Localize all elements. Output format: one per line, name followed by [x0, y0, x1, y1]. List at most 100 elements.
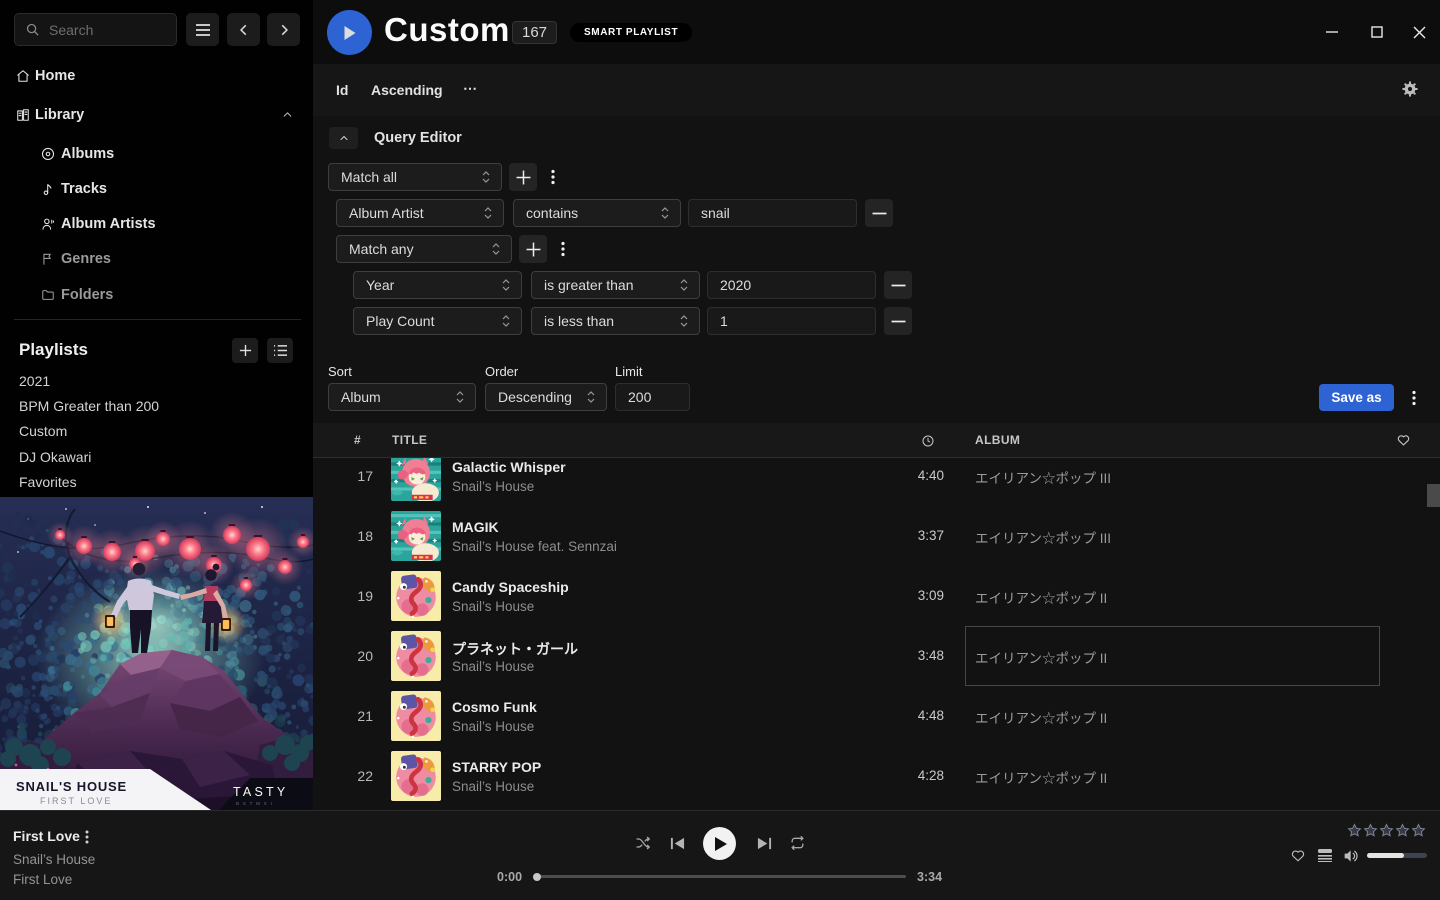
- rating-star-icon[interactable]: [1363, 823, 1378, 838]
- settings-gear-icon[interactable]: [1402, 81, 1418, 97]
- rule3-value-input[interactable]: [707, 307, 876, 335]
- column-header-album[interactable]: ALBUM: [975, 433, 1020, 447]
- sort-select[interactable]: Album: [328, 383, 476, 411]
- track-artist: Snail’s House: [452, 659, 534, 674]
- duration-time: 3:34: [917, 870, 942, 884]
- track-album: エイリアン☆ポップ III: [975, 527, 1111, 547]
- nav-back-button[interactable]: [227, 13, 260, 46]
- track-row[interactable]: 20プラネット・ガールSnail’s House3:48エイリアン☆ポップ II: [313, 627, 1440, 687]
- query-editor-collapse-button[interactable]: [329, 127, 358, 149]
- rule2-field-select[interactable]: Year: [353, 271, 522, 299]
- rule3-remove-button[interactable]: [884, 307, 912, 335]
- playlist-item[interactable]: Custom: [19, 423, 67, 441]
- scrollbar-thumb[interactable]: [1427, 484, 1440, 507]
- now-playing-artist[interactable]: Snail’s House: [13, 852, 95, 867]
- sort-by-button[interactable]: Id: [336, 82, 348, 98]
- track-row[interactable]: 19Candy SpaceshipSnail’s House3:09エイリアン☆…: [313, 567, 1440, 627]
- progress-slider[interactable]: [535, 875, 906, 878]
- nav-forward-button[interactable]: [267, 13, 300, 46]
- rule3-field-select[interactable]: Play Count: [353, 307, 522, 335]
- rule2-remove-button[interactable]: [884, 271, 912, 299]
- limit-input[interactable]: [615, 383, 690, 411]
- playlist-item[interactable]: 2021: [19, 373, 50, 391]
- rating-star-icon[interactable]: [1411, 823, 1426, 838]
- repeat-button[interactable]: [782, 823, 812, 863]
- column-header-number[interactable]: #: [354, 433, 361, 447]
- track-row[interactable]: 22STARRY POPSnail’s House4:28エイリアン☆ポップ I…: [313, 747, 1440, 807]
- save-as-button[interactable]: Save as: [1319, 384, 1394, 411]
- track-count-badge: 167: [512, 21, 557, 44]
- previous-button[interactable]: [662, 823, 692, 863]
- queue-button[interactable]: [1318, 849, 1332, 862]
- query-editor: Query EditorMatch allAlbum Artistcontain…: [313, 116, 1440, 423]
- play-pause-button[interactable]: [703, 827, 736, 860]
- sidebar-item-genres[interactable]: Genres: [0, 246, 313, 272]
- favorite-button[interactable]: [1291, 849, 1305, 862]
- rating-star-icon[interactable]: [1395, 823, 1410, 838]
- track-row[interactable]: 21Cosmo FunkSnail’s House4:48エイリアン☆ポップ I…: [313, 687, 1440, 747]
- rating-star-icon[interactable]: [1379, 823, 1394, 838]
- shuffle-button[interactable]: [627, 823, 657, 863]
- sidebar-item-album-artists[interactable]: Album Artists: [0, 211, 313, 237]
- rating-stars[interactable]: [1347, 823, 1426, 838]
- column-header-title[interactable]: TITLE: [392, 433, 427, 447]
- window-maximize-button[interactable]: [1369, 24, 1385, 40]
- favorite-column-icon[interactable]: [1397, 434, 1410, 446]
- window-minimize-button[interactable]: [1324, 24, 1340, 40]
- rule1-field-select[interactable]: Album Artist: [336, 199, 504, 227]
- sidebar-item-albums[interactable]: Albums: [0, 141, 313, 167]
- track-artist: Snail’s House: [452, 599, 534, 614]
- now-playing-title[interactable]: First Love: [13, 828, 80, 844]
- sidebar-item-library[interactable]: Library: [0, 102, 313, 128]
- progress-thumb[interactable]: [533, 873, 541, 881]
- match-any-select[interactable]: Match any: [336, 235, 512, 263]
- query-options-button[interactable]: [1404, 384, 1424, 412]
- now-playing-art: SNAIL'S HOUSEFIRST LOVETASTYB S T M X I: [0, 497, 313, 810]
- now-playing-album[interactable]: First Love: [13, 872, 72, 887]
- volume-slider[interactable]: [1367, 853, 1427, 858]
- match-all-select[interactable]: Match all: [328, 163, 502, 191]
- next-button[interactable]: [749, 823, 779, 863]
- sidebar-item-tracks[interactable]: Tracks: [0, 176, 313, 202]
- track-number: 18: [340, 528, 373, 544]
- playlist-add-button[interactable]: [232, 338, 258, 363]
- menu-button[interactable]: [186, 13, 219, 46]
- rule1-value-input[interactable]: [688, 199, 857, 227]
- rule3-operator-select[interactable]: is less than: [531, 307, 700, 335]
- rule2-value-input[interactable]: [707, 271, 876, 299]
- add-rule-button-2[interactable]: [519, 235, 547, 263]
- group1-options-button[interactable]: [543, 163, 563, 191]
- rule1-operator-select[interactable]: contains: [513, 199, 681, 227]
- order-select[interactable]: Descending: [485, 383, 607, 411]
- add-rule-button[interactable]: [509, 163, 537, 191]
- close-icon: [1413, 26, 1426, 39]
- rule1-remove-button[interactable]: [865, 199, 893, 227]
- sort-order-button[interactable]: Ascending: [371, 82, 443, 98]
- sidebar-item-home[interactable]: Home: [0, 63, 313, 89]
- note-icon: [41, 182, 55, 196]
- play-playlist-button[interactable]: [327, 10, 372, 55]
- track-number: 21: [340, 708, 373, 724]
- rating-star-icon[interactable]: [1347, 823, 1362, 838]
- search-input[interactable]: Search: [14, 13, 177, 46]
- track-options-icon[interactable]: [85, 830, 89, 844]
- track-cover-art: [391, 751, 441, 801]
- sidebar-item-folders[interactable]: Folders: [0, 282, 313, 308]
- rule2-operator-select[interactable]: is greater than: [531, 271, 700, 299]
- collapse-library-button[interactable]: [281, 108, 294, 121]
- duration-column-icon[interactable]: [922, 435, 934, 447]
- track-row[interactable]: 18MAGIKSnail’s House feat. Sennzai3:37エイ…: [313, 507, 1440, 567]
- playlist-item[interactable]: DJ Okawari: [19, 449, 91, 467]
- plus-icon: [526, 242, 541, 257]
- focused-cell-outline: [965, 626, 1380, 686]
- more-options-button[interactable]: ⋯: [463, 80, 477, 97]
- volume-icon[interactable]: [1344, 849, 1360, 863]
- window-close-button[interactable]: [1411, 24, 1427, 40]
- playlist-item[interactable]: BPM Greater than 200: [19, 398, 159, 416]
- plus-icon: [516, 170, 531, 185]
- sidebar-item-label: Tracks: [61, 181, 107, 197]
- group2-options-button[interactable]: [553, 235, 573, 263]
- playlist-list-button[interactable]: [267, 338, 293, 363]
- track-artist: Snail’s House: [452, 479, 534, 494]
- playlist-item[interactable]: Favorites: [19, 474, 77, 492]
